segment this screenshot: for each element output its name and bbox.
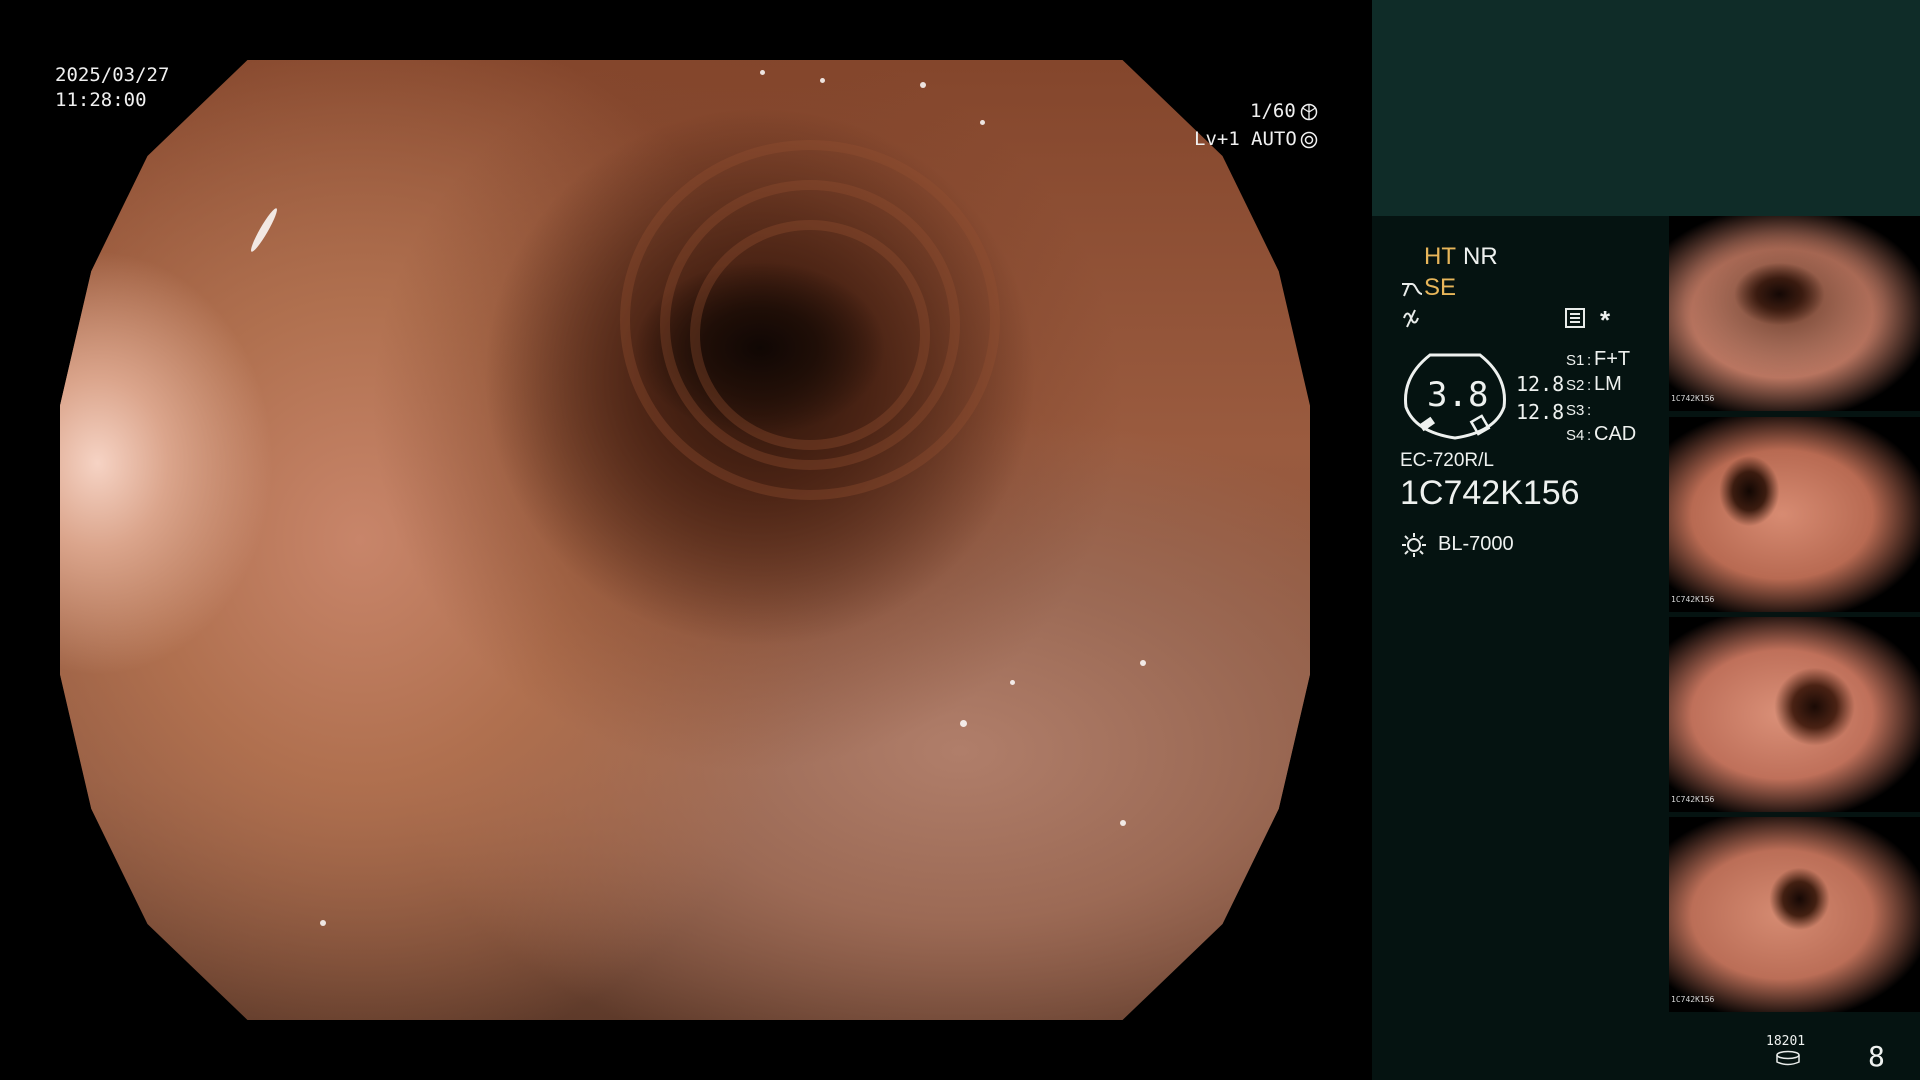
s4-colon: : <box>1587 427 1592 444</box>
settings-list-icon <box>1565 308 1585 328</box>
scope-model: EC-720R/L <box>1400 450 1494 471</box>
storage-count: 18201 <box>1766 1034 1806 1049</box>
thumbnail-serial: 1C742K156 <box>1671 995 1715 1004</box>
structure-enhance-icon <box>1402 283 1423 297</box>
specular-reflection <box>248 206 280 254</box>
specular-reflection <box>960 720 967 727</box>
thumbnail-image <box>1669 216 1920 411</box>
thumbnail-image <box>1669 817 1920 1012</box>
specular-reflection <box>820 78 825 83</box>
light-source-icon <box>1402 533 1426 557</box>
s1-colon: : <box>1587 352 1592 369</box>
asterisk-indicator: * <box>1600 305 1611 335</box>
panel-header-area <box>1372 0 1920 216</box>
specular-reflection <box>920 82 926 88</box>
s3-key: S3 <box>1566 402 1585 419</box>
shutter-speed: 1/60 <box>1250 100 1296 122</box>
s1-value: F+T <box>1594 348 1631 370</box>
thumbnail-image <box>1669 617 1920 812</box>
s2-value: LM <box>1594 373 1622 395</box>
specular-reflection <box>1120 820 1126 826</box>
light-source-model: BL-7000 <box>1438 533 1514 555</box>
haustral-fold <box>690 220 930 450</box>
colon-lumen-image <box>60 60 1310 1020</box>
specular-reflection <box>1010 680 1015 685</box>
setting-value-b: 12.8 <box>1516 400 1565 424</box>
shutter-icon <box>1300 103 1318 121</box>
s1-key: S1 <box>1566 352 1585 369</box>
scope-serial: 1C742K156 <box>1400 474 1580 512</box>
se-indicator: SE <box>1424 274 1457 301</box>
specular-reflection <box>760 70 765 75</box>
main-endoscope-view: 2025/03/27 11:28:00 1/60 Lv+1 AUTO <box>0 0 1372 1080</box>
gauge-value: 3.8 <box>1427 375 1489 415</box>
iris-icon <box>1300 131 1318 149</box>
thumbnail-image <box>1669 417 1920 612</box>
s4-value: CAD <box>1594 423 1637 445</box>
captured-thumbnail-2[interactable]: 1C742K156 <box>1669 417 1920 612</box>
storage-icon <box>1776 1050 1800 1066</box>
nr-indicator: NR <box>1463 243 1498 270</box>
s2-colon: : <box>1587 377 1592 394</box>
exam-date: 2025/03/27 <box>55 64 170 86</box>
thumbnail-serial: 1C742K156 <box>1671 795 1715 804</box>
specular-reflection <box>1140 660 1146 666</box>
captured-thumbnail-4[interactable]: 1C742K156 <box>1669 817 1920 1012</box>
s3-colon: : <box>1587 402 1592 419</box>
thumbnail-serial: 1C742K156 <box>1671 595 1715 604</box>
ht-indicator: HT <box>1424 243 1456 270</box>
exam-time: 11:28:00 <box>55 89 147 111</box>
setting-value-a: 12.8 <box>1516 372 1565 396</box>
specular-reflection <box>320 920 326 926</box>
thumbnail-serial: 1C742K156 <box>1671 394 1715 403</box>
specular-reflection <box>980 120 985 125</box>
captured-thumbnail-3[interactable]: 1C742K156 <box>1669 617 1920 812</box>
captured-thumbnail-1[interactable]: 1C742K156 <box>1669 216 1920 411</box>
s2-key: S2 <box>1566 377 1585 394</box>
s4-key: S4 <box>1566 427 1585 444</box>
brightness-level: Lv+1 <box>1194 128 1240 150</box>
filter-icon <box>1403 309 1419 328</box>
capture-count: 8 <box>1868 1040 1885 1073</box>
iris-mode: AUTO <box>1251 128 1297 150</box>
